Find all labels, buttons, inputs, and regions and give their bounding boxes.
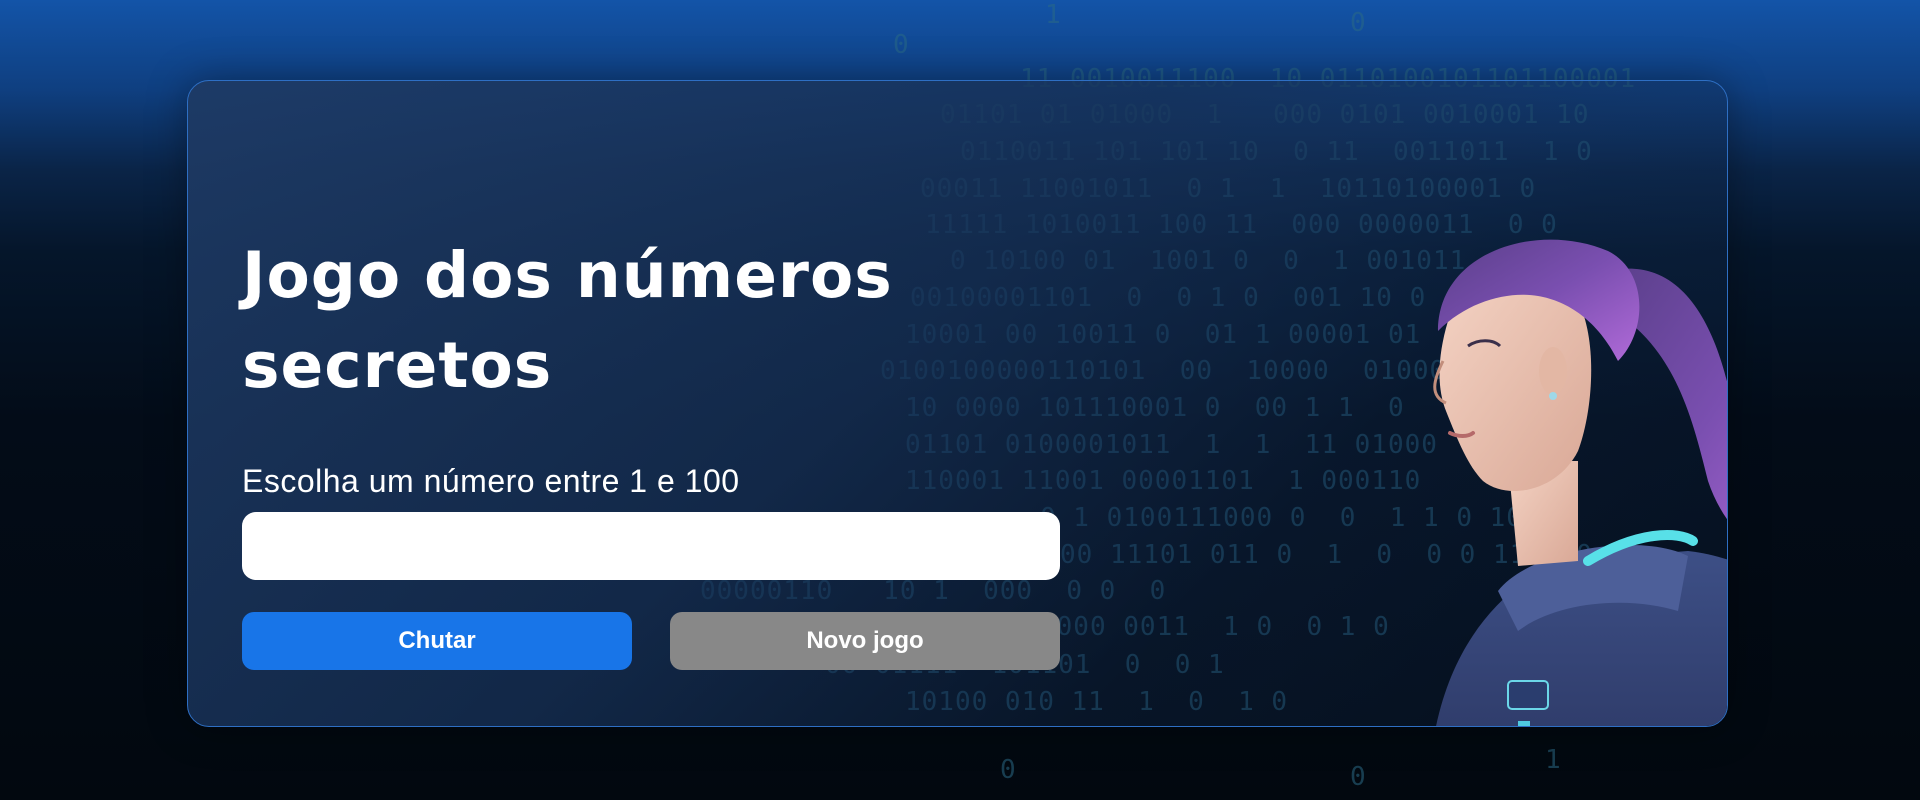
guess-input[interactable] — [242, 512, 1060, 580]
new-game-button[interactable]: Novo jogo — [670, 612, 1060, 670]
binary-digit: 0 — [893, 30, 910, 60]
binary-digit: 0 — [1350, 762, 1367, 792]
binary-digit: 0 — [1350, 8, 1367, 38]
astronaut-girl-illustration — [1433, 239, 1727, 726]
game-card: Jogo dos números secretos Escolha um núm… — [187, 80, 1728, 727]
binary-digit: 1 — [1545, 745, 1562, 775]
page-title: Jogo dos números secretos — [242, 239, 893, 402]
range-instruction: Escolha um número entre 1 e 100 — [242, 463, 740, 499]
binary-digit: 1 — [1045, 0, 1062, 30]
button-row: Chutar Novo jogo — [242, 612, 1060, 670]
binary-digit: 0 — [1000, 755, 1017, 785]
guess-button[interactable]: Chutar — [242, 612, 632, 670]
game-content: Jogo dos números secretos Escolha um núm… — [242, 231, 1062, 670]
